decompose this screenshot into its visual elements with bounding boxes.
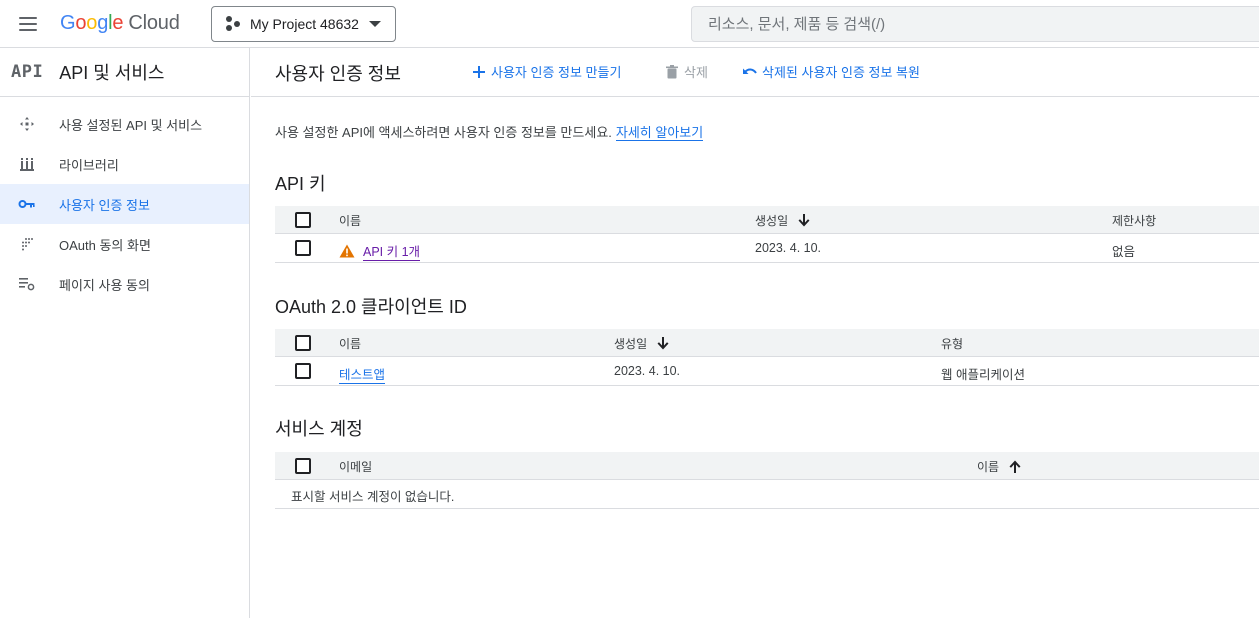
table-row: API 키 1개 2023. 4. 10. 없음 (275, 234, 1259, 263)
client-type: 웹 애플리케이션 (941, 368, 1025, 382)
sidebar-item-library[interactable]: 라이브러리 (0, 144, 249, 184)
project-icon (224, 15, 242, 33)
created-date: 2023. 4. 10. (755, 241, 822, 255)
oauth-title: OAuth 2.0 클라이언트 ID (275, 297, 467, 317)
select-all-checkbox[interactable] (295, 335, 311, 351)
sidebar-item-credentials[interactable]: 사용자 인증 정보 (0, 184, 249, 224)
api-diamond-icon (18, 115, 36, 133)
sidebar-title: API 및 서비스 (59, 63, 165, 83)
select-all-checkbox[interactable] (295, 458, 311, 474)
row-checkbox[interactable] (295, 363, 311, 379)
column-name[interactable]: 이름 (339, 212, 361, 229)
intro-text: 사용 설정한 API에 액세스하려면 사용자 인증 정보를 만드세요. 자세히 알… (275, 125, 704, 141)
caret-down-icon (369, 21, 381, 27)
table-row: 테스트앱 2023. 4. 10. 웹 애플리케이션 (275, 357, 1259, 386)
created-date: 2023. 4. 10. (614, 364, 681, 378)
oauth-table: 이름 생성일 유형 테스트앱 2023. 4. 10. 웹 애플리케이션 (275, 329, 1259, 386)
google-cloud-logo[interactable]: Google Cloud (60, 12, 180, 35)
api-keys-table: 이름 생성일 제한사항 API 키 1개 2023. 4. 10. 없음 (275, 206, 1259, 263)
plus-icon (471, 64, 487, 80)
learn-more-link[interactable]: 자세히 알아보기 (615, 125, 704, 141)
project-picker-button[interactable]: My Project 48632 (211, 6, 396, 42)
column-restrictions[interactable]: 제한사항 (1112, 212, 1156, 229)
column-created[interactable]: 생성일 (614, 335, 669, 352)
api-keys-title: API 키 (275, 174, 326, 194)
sidebar-item-enabled-apis[interactable]: 사용 설정된 API 및 서비스 (0, 104, 249, 144)
service-accounts-title: 서비스 계정 (275, 419, 363, 439)
project-name: My Project 48632 (250, 16, 359, 32)
trash-icon (664, 64, 680, 80)
main-menu-icon[interactable] (14, 10, 42, 38)
column-name[interactable]: 이름 (977, 458, 1021, 475)
select-all-checkbox[interactable] (295, 212, 311, 228)
sidebar-item-oauth-consent[interactable]: OAuth 동의 화면 (0, 224, 249, 264)
column-email[interactable]: 이메일 (339, 458, 372, 475)
library-icon (18, 155, 36, 173)
sidebar-item-page-usage-agreement[interactable]: 페이지 사용 동의 (0, 264, 249, 304)
table-header: 이메일 이름 (275, 452, 1259, 480)
table-header: 이름 생성일 제한사항 (275, 206, 1259, 234)
key-icon (18, 195, 36, 213)
settings-list-icon (18, 275, 36, 293)
sidebar: API API 및 서비스 사용 설정된 API 및 서비스 라이브러리 사용자… (0, 48, 250, 618)
column-name[interactable]: 이름 (339, 335, 361, 352)
sidebar-header: API API 및 서비스 (0, 48, 249, 97)
oauth-client-name-link[interactable]: 테스트앱 (339, 364, 386, 384)
column-type[interactable]: 유형 (941, 335, 963, 352)
delete-button[interactable]: 삭제 (664, 62, 708, 81)
service-accounts-table: 이메일 이름 표시할 서비스 계정이 없습니다. (275, 452, 1259, 509)
sidebar-nav: 사용 설정된 API 및 서비스 라이브러리 사용자 인증 정보 OAuth 동… (0, 97, 249, 304)
toolbar: 사용자 인증 정보 사용자 인증 정보 만들기 삭제 삭제된 사용자 인증 정보… (251, 48, 1259, 97)
search-input[interactable] (692, 7, 1259, 41)
arrow-down-icon (798, 214, 810, 227)
oauth-dots-icon (18, 235, 36, 253)
warning-icon (339, 244, 355, 258)
table-header: 이름 생성일 유형 (275, 329, 1259, 357)
column-created[interactable]: 생성일 (755, 212, 810, 229)
api-key-name-link[interactable]: API 키 1개 (363, 241, 421, 261)
top-bar: Google Cloud My Project 48632 (0, 0, 1259, 48)
search-box[interactable] (691, 6, 1259, 42)
empty-row: 표시할 서비스 계정이 없습니다. (275, 480, 1259, 509)
empty-state-text: 표시할 서비스 계정이 없습니다. (291, 490, 455, 504)
restore-deleted-credentials-button[interactable]: 삭제된 사용자 인증 정보 복원 (742, 62, 920, 81)
row-checkbox[interactable] (295, 240, 311, 256)
undo-icon (742, 64, 758, 80)
arrow-up-icon (1009, 460, 1021, 473)
page-title: 사용자 인증 정보 (275, 64, 401, 84)
create-credentials-button[interactable]: 사용자 인증 정보 만들기 (471, 62, 621, 81)
api-logo-icon: API (11, 62, 44, 82)
main-content: 사용자 인증 정보 사용자 인증 정보 만들기 삭제 삭제된 사용자 인증 정보… (251, 48, 1259, 618)
arrow-down-icon (657, 337, 669, 350)
restrictions-value: 없음 (1112, 245, 1136, 259)
